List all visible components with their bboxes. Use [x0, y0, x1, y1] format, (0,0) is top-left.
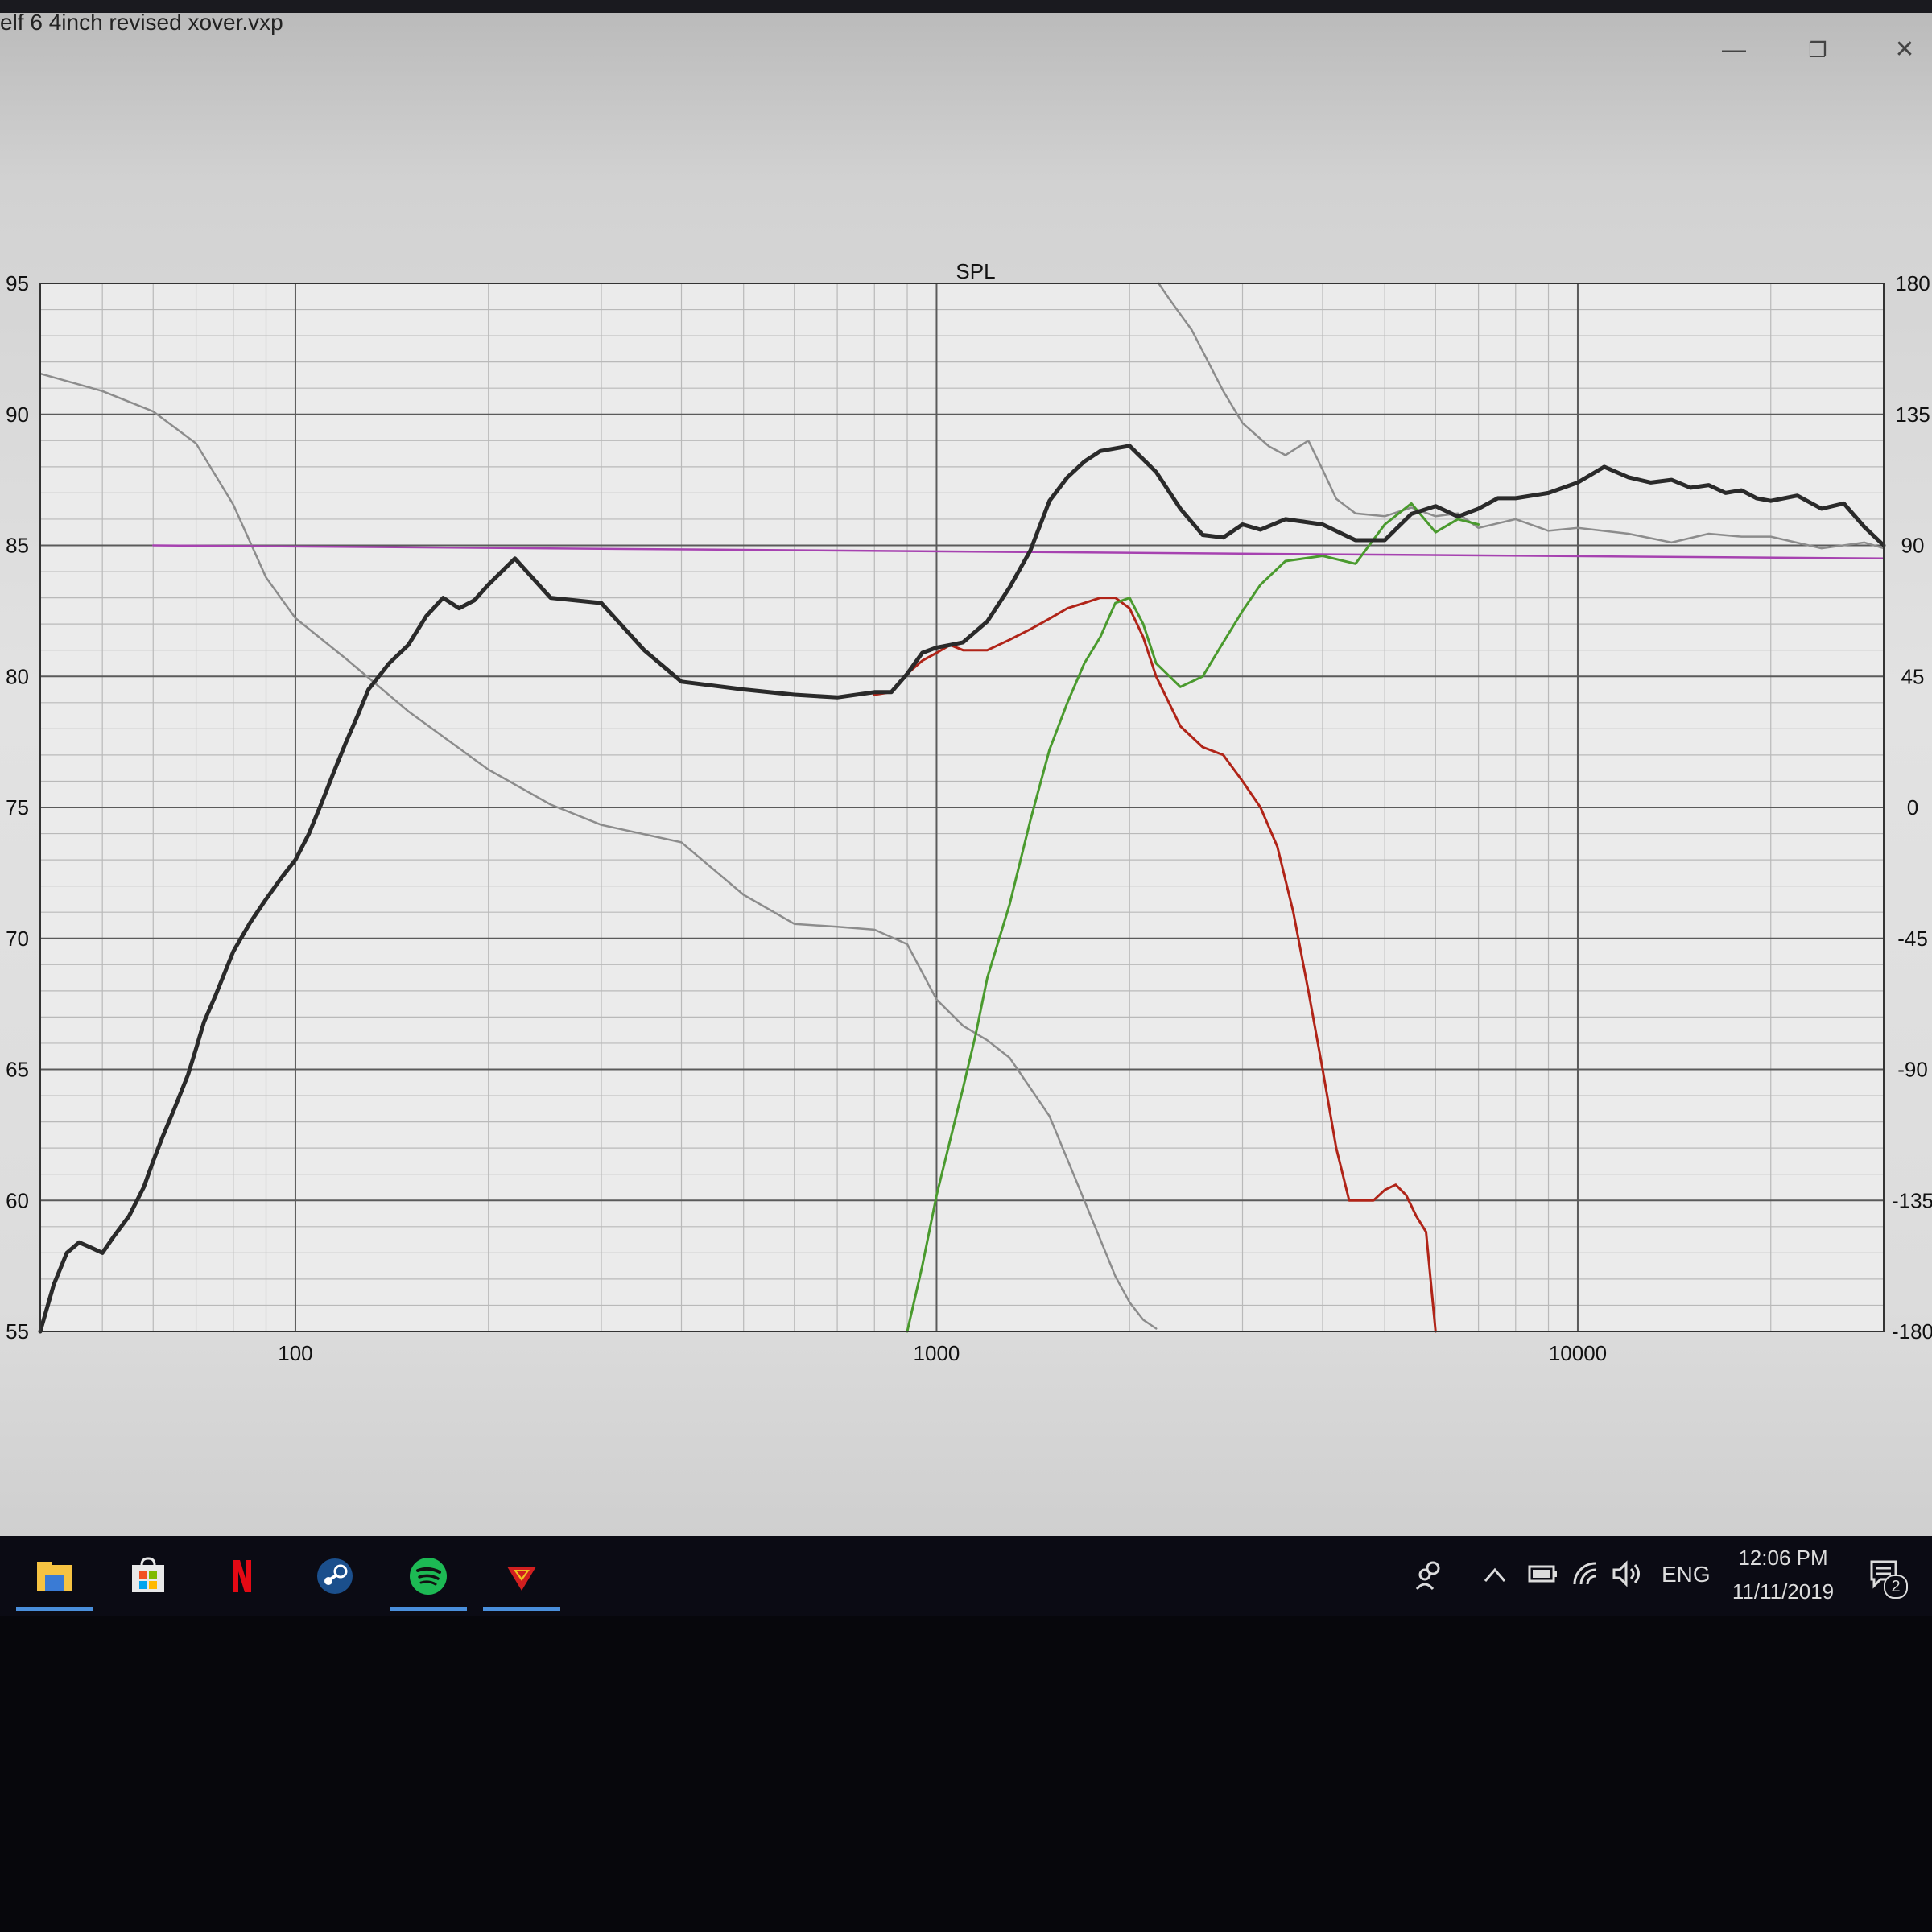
taskbar-active-indicator	[483, 1607, 560, 1611]
taskbar-app-store[interactable]	[122, 1550, 174, 1602]
y2-tick-label: -180	[1892, 1319, 1932, 1344]
y-tick-label: 90	[6, 402, 29, 427]
taskbar-app-vituixcad[interactable]	[496, 1550, 547, 1602]
x-tick-label: 100	[278, 1341, 312, 1365]
y-tick-label: 65	[6, 1058, 29, 1082]
y2-tick-label: 180	[1895, 271, 1930, 295]
clock-time[interactable]: 12:06 PM	[1731, 1546, 1835, 1571]
y-tick-label: 70	[6, 927, 29, 951]
y-tick-label: 95	[6, 271, 29, 295]
y-tick-label: 80	[6, 664, 29, 688]
x-axis: 100 1000 10000	[278, 1341, 1607, 1365]
y2-tick-label: 0	[1907, 795, 1918, 819]
taskbar-app-folder[interactable]	[29, 1550, 80, 1602]
y2-tick-label: -45	[1897, 927, 1928, 951]
y-axis-left: 95 90 85 80 75 70 65 60 55	[6, 271, 29, 1344]
taskbar-active-indicator	[390, 1607, 467, 1611]
y-tick-label: 60	[6, 1188, 29, 1212]
y-tick-label: 75	[6, 795, 29, 819]
volume-icon[interactable]	[1612, 1560, 1644, 1587]
y2-tick-label: -90	[1897, 1058, 1928, 1082]
battery-icon[interactable]	[1528, 1562, 1558, 1586]
y-tick-label: 55	[6, 1319, 29, 1344]
y-tick-label: 85	[6, 534, 29, 558]
y2-tick-label: 45	[1901, 664, 1925, 688]
taskbar-app-spotify[interactable]	[402, 1550, 454, 1602]
y2-tick-label: -135	[1892, 1188, 1932, 1212]
x-tick-label: 10000	[1549, 1341, 1607, 1365]
folder-icon	[35, 1557, 74, 1596]
taskbar: ENG 12:06 PM 11/11/2019 2	[0, 1536, 1932, 1616]
taskbar-app-netflix[interactable]	[216, 1550, 267, 1602]
minimize-button[interactable]: —	[1716, 32, 1752, 68]
chart-title: SPL	[956, 259, 995, 283]
spl-chart: 95 90 85 80 75 70 65 60 55 180 135 90 45 0 -45 -90 -135…	[6, 259, 1932, 1365]
vituixcad-icon	[502, 1557, 541, 1596]
steam-icon	[316, 1557, 354, 1596]
y2-tick-label: 135	[1895, 402, 1930, 427]
wifi-icon[interactable]	[1571, 1560, 1600, 1587]
restore-button[interactable]: ❐	[1800, 32, 1835, 68]
window-title: elf 6 4inch revised xover.vxp	[0, 10, 283, 35]
taskbar-active-indicator	[16, 1607, 93, 1611]
chevron-up-icon[interactable]	[1483, 1565, 1507, 1584]
x-tick-label: 1000	[914, 1341, 960, 1365]
close-button[interactable]: ✕	[1887, 32, 1922, 68]
netflix-icon	[222, 1557, 261, 1596]
people-icon[interactable]	[1415, 1558, 1446, 1592]
app-window: elf 6 4inch revised xover.vxp — ❐ ✕ 95 90…	[0, 0, 1932, 1536]
notification-count-badge: 2	[1884, 1575, 1908, 1599]
store-icon	[129, 1557, 167, 1596]
window-top-border	[0, 0, 1932, 13]
y-axis-right: 180 135 90 45 0 -45 -90 -135 -180	[1892, 271, 1932, 1344]
language-indicator[interactable]: ENG	[1662, 1562, 1711, 1587]
spotify-icon	[409, 1557, 448, 1596]
taskbar-app-steam[interactable]	[309, 1550, 361, 1602]
clock-date[interactable]: 11/11/2019	[1721, 1579, 1845, 1604]
y2-tick-label: 90	[1901, 534, 1925, 558]
